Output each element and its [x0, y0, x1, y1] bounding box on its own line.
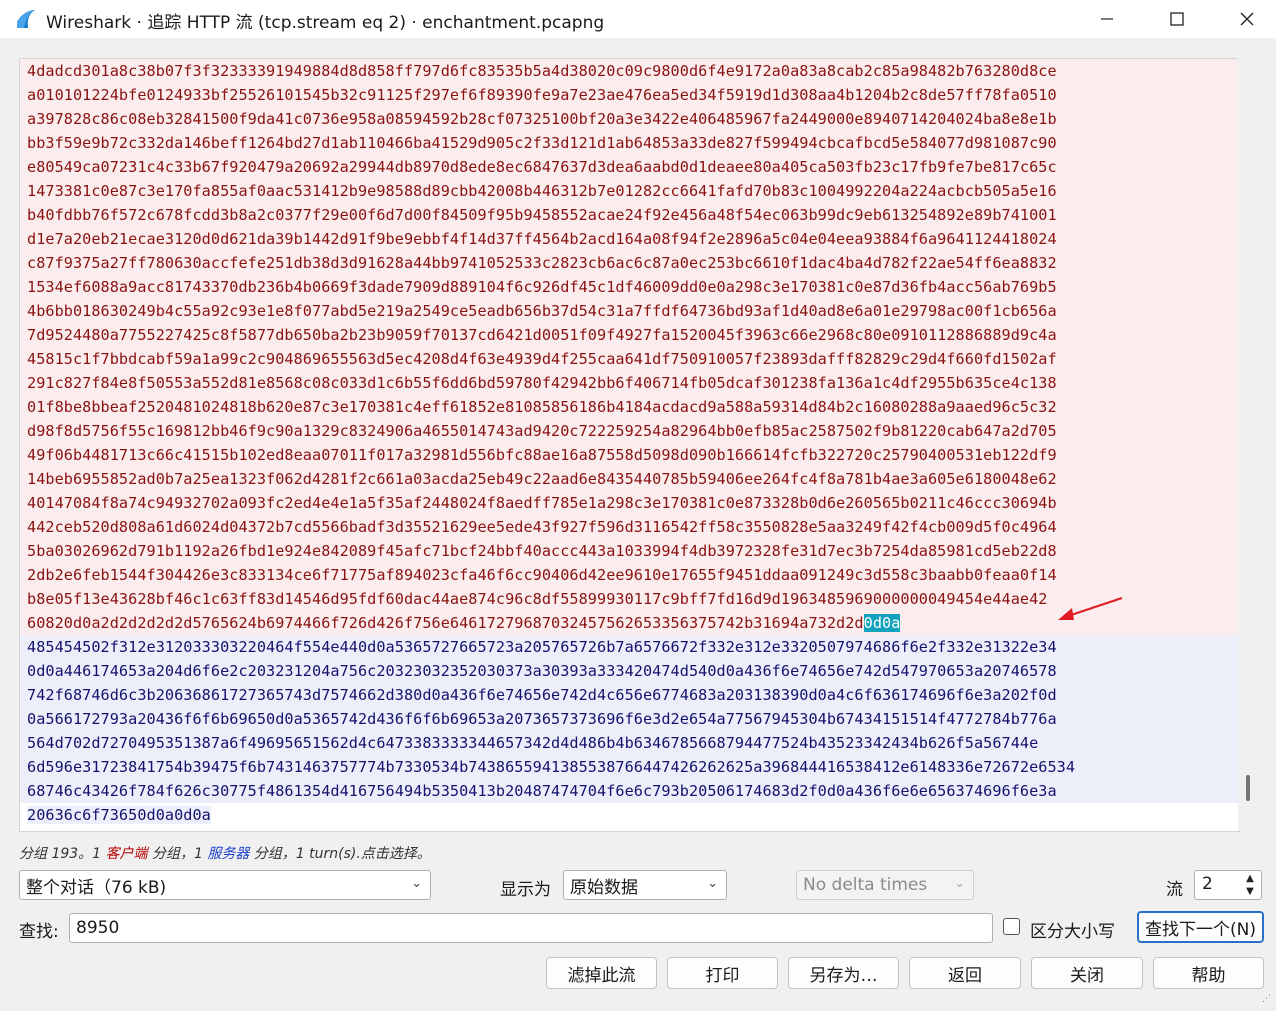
help-button[interactable]: 帮助	[1153, 957, 1264, 989]
save-as-button[interactable]: 另存为…	[788, 957, 899, 989]
chevron-down-icon: ⌄	[954, 876, 965, 891]
maximize-button[interactable]	[1142, 0, 1212, 38]
server-data-line: 20636c6f73650d0a0d0a	[20, 803, 1239, 827]
find-label: 查找:	[19, 922, 59, 942]
client-data-line: c87f9375a27ff780630accfefe251db38d3d9162…	[20, 251, 1239, 275]
delta-times-select[interactable]: No delta times ⌄	[796, 870, 974, 900]
close-window-button[interactable]	[1212, 0, 1276, 38]
wireshark-fin-icon	[17, 10, 35, 28]
client-data-line: 5ba03026962d791b1192a26fbd1e924e842089f4…	[20, 539, 1239, 563]
filter-out-stream-button[interactable]: 滤掉此流	[546, 957, 657, 989]
conversation-select-value: 整个对话（76 kB)	[26, 877, 167, 898]
stream-number-value: 2	[1202, 874, 1213, 894]
resize-grip-icon[interactable]: ⋰	[1262, 995, 1272, 1007]
client-data-line: b40fdbb76f572c678fcdd3b8a2c0377f29e00f6d…	[20, 203, 1239, 227]
client-data-line: a397828c86c08eb32841500f9da41c0736e958a0…	[20, 107, 1239, 131]
status-prefix: 分组 193。1	[19, 846, 106, 862]
stream-number-stepper[interactable]: 2 ▲ ▼	[1194, 870, 1262, 900]
case-sensitive-label[interactable]: 区分大小写	[1030, 917, 1115, 942]
scrollbar-thumb[interactable]	[1246, 775, 1250, 801]
print-button[interactable]: 打印	[667, 957, 778, 989]
show-as-label: 显示为	[500, 880, 551, 900]
show-as-select[interactable]: 原始数据 ⌄	[563, 870, 727, 900]
back-button[interactable]: 返回	[909, 957, 1021, 989]
find-input[interactable]	[69, 913, 993, 943]
close-icon	[1240, 12, 1254, 26]
status-mid: 分组，1	[147, 846, 208, 862]
server-data-line: 0a566172793a20436f6f6b69650d0a5365742d43…	[20, 707, 1239, 731]
client-data-line: d1e7a20eb21ecae3120d0d621da39b1442d91f9b…	[20, 227, 1239, 251]
client-data-line: 7d9524480a7755227425c8f5877db650ba2b23b9…	[20, 323, 1239, 347]
status-suffix: 分组，1 turn(s).点击选择。	[249, 846, 431, 862]
server-data-text: 20636c6f73650d0a0d0a	[27, 806, 211, 824]
status-client-label[interactable]: 客户端	[106, 846, 148, 862]
client-data-line: 49f06b4481713c66c41515b102ed8eaa07011f01…	[20, 443, 1239, 467]
client-data-line: 1473381c0e87c3e170fa855af0aac531412b9e98…	[20, 179, 1239, 203]
server-data-line: 742f68746d6c3b20636861727365743d7574662d…	[20, 683, 1239, 707]
server-data-line: 485454502f312e312033303220464f554e440d0a…	[20, 635, 1239, 659]
conversation-select[interactable]: 整个对话（76 kB) ⌄	[19, 870, 431, 900]
annotation-arrow	[1058, 597, 1123, 620]
chevron-down-icon: ⌄	[411, 876, 422, 891]
client-data-line: 2db2e6feb1544f304426e3c833134ce6f71775af…	[20, 563, 1239, 587]
client-data-line: 4b6bb018630249b4c55a92c93e1e8f077abd5e21…	[20, 299, 1239, 323]
server-data-line: 0d0a446174653a204d6f6e2c203231204a756c20…	[20, 659, 1239, 683]
maximize-icon	[1170, 12, 1184, 26]
chevron-down-icon[interactable]: ▼	[1243, 885, 1257, 898]
client-data-line: e80549ca07231c4c33b67f920479a20692a29944…	[20, 155, 1239, 179]
stream-text[interactable]: 4dadcd301a8c38b07f3f32333391949884d8d858…	[20, 59, 1239, 827]
client-data-line: 1534ef6088a9acc81743370db236b4b0669f3dad…	[20, 275, 1239, 299]
minimize-button[interactable]	[1072, 0, 1142, 38]
title-bar: Wireshark · 追踪 HTTP 流 (tcp.stream eq 2) …	[0, 0, 1276, 38]
show-as-select-value: 原始数据	[570, 877, 638, 898]
stream-status-text[interactable]: 分组 193。1 客户端 分组，1 服务器 分组，1 turn(s).点击选择。	[19, 843, 431, 863]
close-button[interactable]: 关闭	[1031, 957, 1143, 989]
client-data-line: 442ceb520d808a61d6024d04372b7cd5566badf3…	[20, 515, 1239, 539]
client-data-line: a010101224bfe0124933bf25526101545b32c911…	[20, 83, 1239, 107]
chevron-up-icon[interactable]: ▲	[1243, 872, 1257, 885]
client-data-line: 14beb6955852ad0b7a25ea1323f062d4281f2c66…	[20, 467, 1239, 491]
vertical-scrollbar[interactable]	[1238, 58, 1258, 830]
client-data-text: 60820d0a2d2d2d2d2d5765624b6974466f726d42…	[27, 614, 864, 632]
server-data-line: 6d596e31723841754b39475f6b7431463757774b…	[20, 755, 1239, 779]
client-data-line: 4dadcd301a8c38b07f3f32333391949884d8d858…	[20, 59, 1239, 83]
client-data-line: d98f8d5756f55c169812bb46f9c90a1329c83249…	[20, 419, 1239, 443]
client-data-line: 40147084f8a74c94932702a093fc2ed4e4e1a5f3…	[20, 491, 1239, 515]
chevron-down-icon: ⌄	[707, 876, 718, 891]
server-data-line: 68746c43426f784f626c30775f4861354d416756…	[20, 779, 1239, 803]
window-title: Wireshark · 追踪 HTTP 流 (tcp.stream eq 2) …	[46, 13, 605, 33]
client-data-line: bb3f59e9b72c332da146beff1264bd27d1ab1104…	[20, 131, 1239, 155]
stream-content-pane[interactable]: 4dadcd301a8c38b07f3f32333391949884d8d858…	[19, 58, 1240, 832]
delta-times-select-value: No delta times	[803, 875, 928, 895]
minimize-icon	[1101, 18, 1113, 20]
status-server-label[interactable]: 服务器	[207, 846, 249, 862]
server-data-line: 564d702d7270495351387a6f49695651562d4c64…	[20, 731, 1239, 755]
find-next-button[interactable]: 查找下一个(N)	[1137, 911, 1264, 943]
search-highlight: 0d0a	[863, 614, 901, 632]
client-data-line: 45815c1f7bbdcabf59a1a99c2c904869655563d5…	[20, 347, 1239, 371]
client-data-line: 291c827f84e8f50553a552d81e8568c08c033d1c…	[20, 371, 1239, 395]
stream-label: 流	[1166, 880, 1183, 900]
client-data-line: 01f8be8bbeaf2520481024818b620e87c3e17038…	[20, 395, 1239, 419]
case-sensitive-checkbox[interactable]	[1003, 918, 1020, 935]
